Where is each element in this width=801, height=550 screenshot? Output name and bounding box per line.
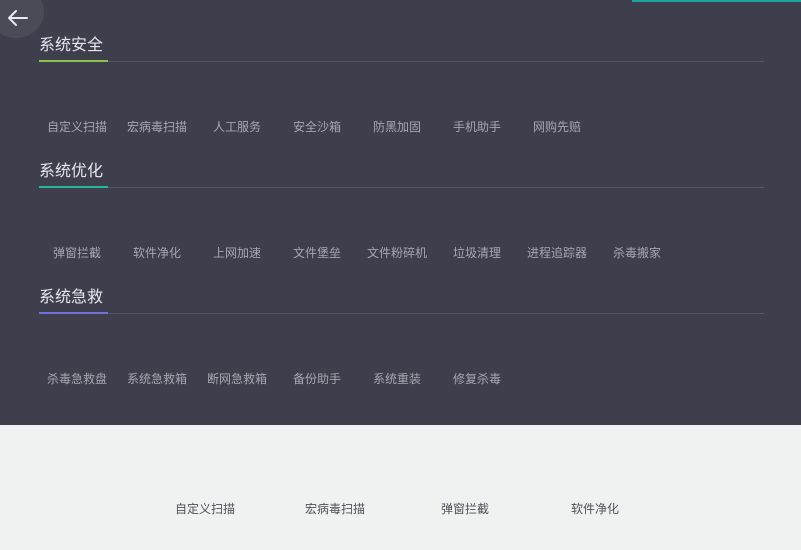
tool-macro-virus-scan[interactable]: 宏病毒扫描 — [117, 119, 197, 135]
section-divider — [39, 187, 764, 188]
bottom-item-macro-virus-scan[interactable]: 宏病毒扫描 — [285, 501, 385, 517]
tool-backup-assistant[interactable]: 备份助手 — [277, 371, 357, 387]
section-title: 系统急救 — [39, 287, 104, 306]
section-title-underline — [39, 186, 108, 188]
tool-network-boost[interactable]: 上网加速 — [197, 245, 277, 261]
tool-popup-blocker[interactable]: 弹窗拦截 — [37, 245, 117, 261]
section-divider — [39, 313, 764, 314]
section-title: 系统安全 — [39, 35, 104, 54]
section-title: 系统优化 — [39, 161, 104, 180]
section-title-underline — [39, 312, 108, 314]
section-title-underline — [39, 60, 108, 62]
bottom-item-software-cleanup[interactable]: 软件净化 — [545, 501, 645, 517]
tool-file-shredder[interactable]: 文件粉碎机 — [357, 245, 437, 261]
tool-shopping-compensation[interactable]: 网购先赔 — [517, 119, 597, 135]
tool-system-rescue-kit[interactable]: 系统急救箱 — [117, 371, 197, 387]
arrow-left-icon — [8, 10, 28, 26]
tool-file-vault[interactable]: 文件堡垒 — [277, 245, 357, 261]
bottom-item-popup-blocker[interactable]: 弹窗拦截 — [415, 501, 515, 517]
bottom-item-custom-scan[interactable]: 自定义扫描 — [155, 501, 255, 517]
tool-repair-antivirus[interactable]: 修复杀毒 — [437, 371, 517, 387]
tool-manual-service[interactable]: 人工服务 — [197, 119, 277, 135]
tool-junk-cleanup[interactable]: 垃圾清理 — [437, 245, 517, 261]
back-button[interactable] — [0, 0, 44, 38]
tool-custom-scan[interactable]: 自定义扫描 — [37, 119, 117, 135]
tool-rescue-disk[interactable]: 杀毒急救盘 — [37, 371, 117, 387]
tool-antivirus-relocate[interactable]: 杀毒搬家 — [597, 245, 677, 261]
tool-software-cleanup[interactable]: 软件净化 — [117, 245, 197, 261]
tool-system-reinstall[interactable]: 系统重装 — [357, 371, 437, 387]
tools-panel: 系统安全 自定义扫描 宏病毒扫描 人工服务 安全沙箱 防黑加固 手机助手 网购先… — [0, 0, 801, 425]
tool-process-tracker[interactable]: 进程追踪器 — [517, 245, 597, 261]
tool-hardening[interactable]: 防黑加固 — [357, 119, 437, 135]
tool-network-rescue-kit[interactable]: 断网急救箱 — [197, 371, 277, 387]
section-divider — [39, 61, 764, 62]
top-accent-bar — [632, 0, 801, 2]
tool-sandbox[interactable]: 安全沙箱 — [277, 119, 357, 135]
tool-phone-assistant[interactable]: 手机助手 — [437, 119, 517, 135]
